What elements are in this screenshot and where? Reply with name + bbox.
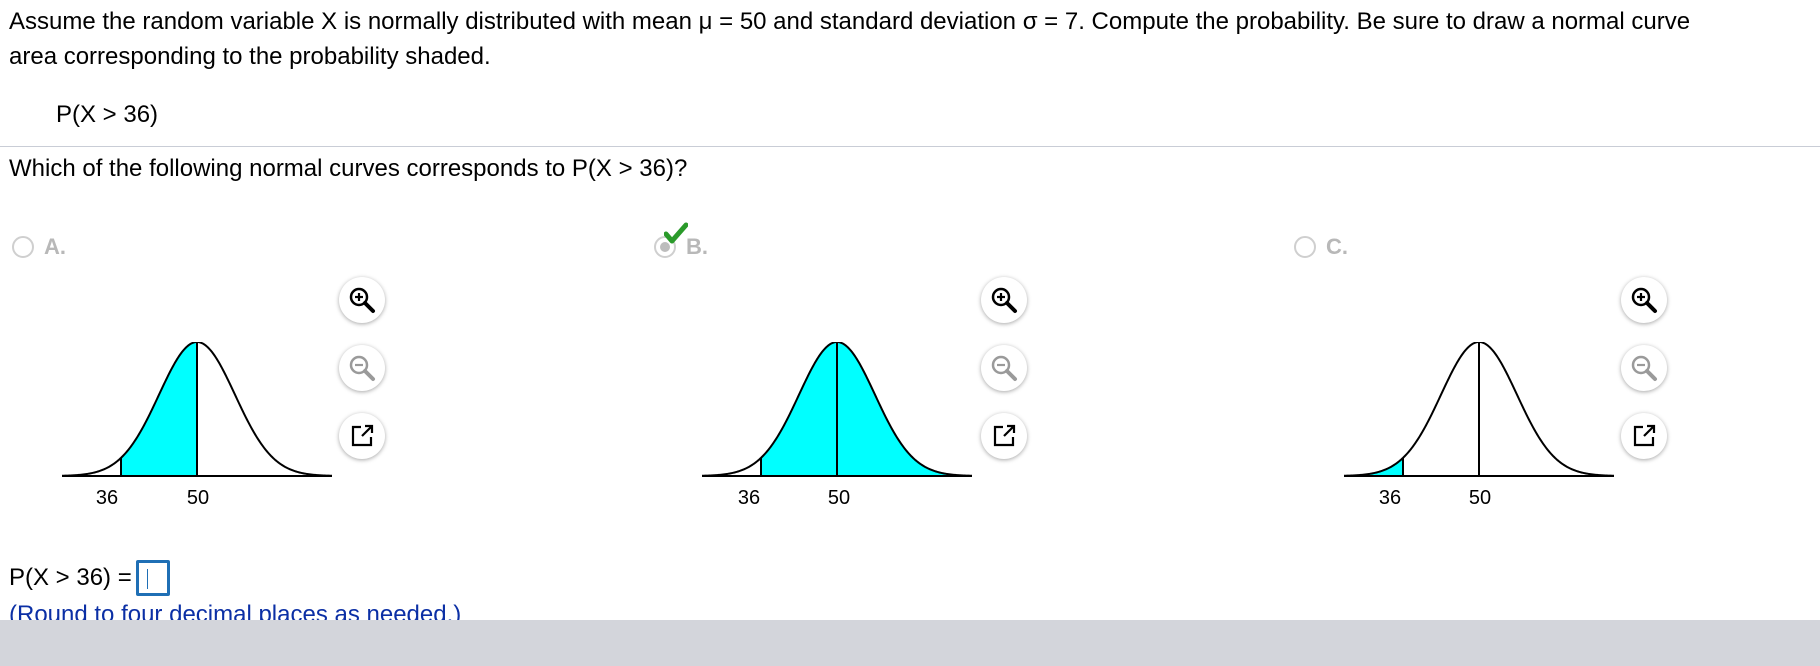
tick-label-36-a: 36 <box>95 487 119 509</box>
zoom-out-icon <box>991 355 1017 381</box>
answer-row: P(X > 36) = <box>9 560 170 596</box>
choice-a-label: A. <box>44 234 66 259</box>
choice-a[interactable]: A. <box>12 234 66 260</box>
popout-icon <box>993 424 1016 447</box>
zoom-in-icon <box>349 287 375 313</box>
shaded-area <box>121 342 197 476</box>
probability-expression: P(X > 36) <box>56 101 159 128</box>
answer-label: P(X > 36) = <box>9 564 132 591</box>
zoom-in-icon <box>991 287 1017 313</box>
normal-curve-b <box>702 342 972 477</box>
zoom-in-icon <box>1631 287 1657 313</box>
question-line-1: Assume the random variable X is normally… <box>9 8 1691 35</box>
choice-c[interactable]: C. <box>1294 234 1348 260</box>
normal-curve-a <box>62 342 332 477</box>
popout-icon <box>351 424 374 447</box>
zoom-in-button-a[interactable] <box>339 277 385 323</box>
tick-label-50-a: 50 <box>186 487 210 509</box>
popout-button-c[interactable] <box>1621 413 1667 459</box>
tick-label-36-b: 36 <box>737 487 761 509</box>
zoom-out-icon <box>1631 355 1657 381</box>
answer-input[interactable] <box>135 560 170 596</box>
normal-curve-c <box>1344 342 1614 477</box>
radio-choice-c[interactable] <box>1294 236 1316 258</box>
divider <box>0 146 1820 147</box>
popout-button-b[interactable] <box>981 413 1027 459</box>
choice-c-label: C. <box>1326 234 1348 259</box>
popout-icon <box>1633 424 1656 447</box>
choice-b[interactable]: B. <box>654 222 708 260</box>
question-line-2: area corresponding to the probability sh… <box>9 43 491 70</box>
zoom-in-button-c[interactable] <box>1621 277 1667 323</box>
choice-b-label: B. <box>686 234 708 259</box>
zoom-out-button-c[interactable] <box>1621 345 1667 391</box>
footer-bar <box>0 620 1820 666</box>
zoom-out-button-b[interactable] <box>981 345 1027 391</box>
radio-choice-a[interactable] <box>12 236 34 258</box>
popout-button-a[interactable] <box>339 413 385 459</box>
tick-label-50-b: 50 <box>827 487 851 509</box>
choice-prompt: Which of the following normal curves cor… <box>9 155 688 182</box>
checkmark-icon <box>664 222 688 244</box>
zoom-in-button-b[interactable] <box>981 277 1027 323</box>
tick-label-36-c: 36 <box>1378 487 1402 509</box>
question-text: Assume the random variable X is normally… <box>9 4 1820 74</box>
zoom-out-button-a[interactable] <box>339 345 385 391</box>
zoom-out-icon <box>349 355 375 381</box>
tick-label-50-c: 50 <box>1468 487 1492 509</box>
